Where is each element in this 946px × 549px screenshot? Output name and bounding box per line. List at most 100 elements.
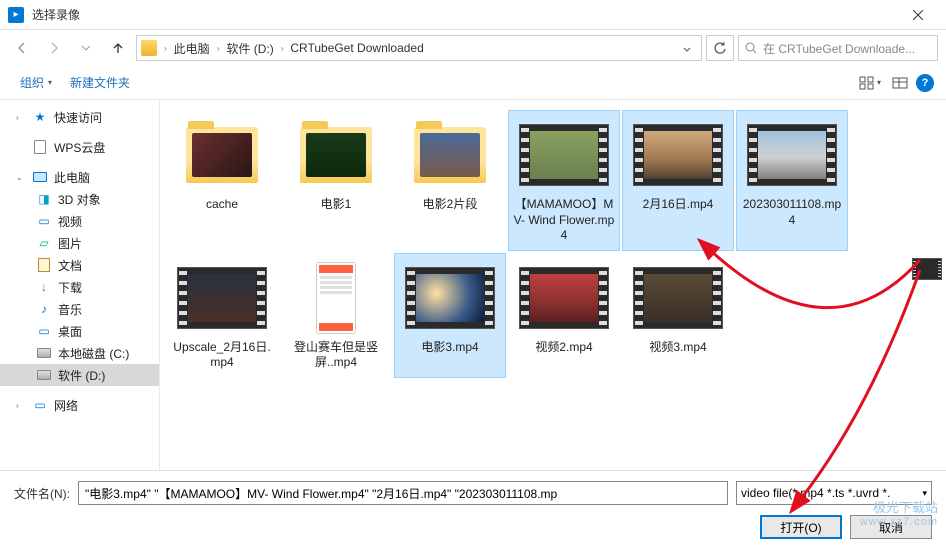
refresh-button[interactable]	[706, 35, 734, 61]
sidebar: ›★快速访问 WPS云盘 ⌄此电脑 ◨3D 对象 ▭视频 ▱图片 文档 ↓下载 …	[0, 100, 160, 470]
star-icon: ★	[32, 109, 48, 125]
file-item-video[interactable]: 登山赛车但是竖屏..mp4	[280, 253, 392, 378]
pc-icon	[32, 169, 48, 185]
video-thumbnail	[290, 260, 382, 336]
view-details-button[interactable]	[886, 71, 914, 95]
chevron-down-icon	[81, 45, 91, 51]
search-icon	[745, 42, 757, 54]
filename-input[interactable]	[78, 481, 728, 505]
back-button[interactable]	[8, 35, 36, 61]
file-pane[interactable]: cache 电影1 电影2片段 【MAMAMOO】MV- Wind Flower…	[160, 100, 946, 470]
document-icon	[32, 139, 48, 155]
search-input[interactable]: 在 CRTubeGet Downloade...	[738, 35, 938, 61]
sidebar-label: 桌面	[58, 323, 82, 340]
sidebar-documents[interactable]: 文档	[0, 254, 159, 276]
bottom-bar: 文件名(N): video file(*.mp4 *.ts *.uvrd *. …	[0, 470, 946, 549]
open-button[interactable]: 打开(O)	[760, 515, 842, 539]
sidebar-this-pc[interactable]: ⌄ 此电脑	[0, 166, 159, 188]
chevron-down-icon: ▾	[48, 78, 52, 87]
sidebar-wps[interactable]: WPS云盘	[0, 136, 159, 158]
breadcrumb-drive[interactable]: 软件 (D:)	[222, 40, 277, 57]
network-icon: ▭	[32, 397, 48, 413]
toolbar: 组织▾ 新建文件夹 ▾ ?	[0, 66, 946, 100]
disk-icon	[36, 367, 52, 383]
cube-icon: ◨	[36, 191, 52, 207]
help-button[interactable]: ?	[916, 74, 934, 92]
folder-icon	[141, 40, 157, 56]
sidebar-label: 音乐	[58, 301, 82, 318]
window-title: 选择录像	[32, 6, 898, 23]
breadcrumb-folder[interactable]: CRTubeGet Downloaded	[286, 41, 427, 55]
file-label: 视频2.mp4	[535, 340, 592, 356]
chevron-right-icon: ›	[16, 113, 26, 122]
organize-button[interactable]: 组织▾	[12, 70, 60, 95]
sidebar-disk-d[interactable]: 软件 (D:)	[0, 364, 159, 386]
close-button[interactable]	[898, 2, 938, 28]
file-label: 电影2片段	[423, 197, 478, 213]
file-label: cache	[206, 197, 238, 213]
file-item-video[interactable]: Upscale_2月16日.mp4	[166, 253, 278, 378]
file-item-folder[interactable]: 电影2片段	[394, 110, 506, 251]
sidebar-label: 视频	[58, 213, 82, 230]
sidebar-desktop[interactable]: ▭ 桌面	[0, 320, 159, 342]
file-item-video[interactable]: 202303011108.mp4	[736, 110, 848, 251]
sidebar-label: 图片	[58, 235, 82, 252]
video-thumbnail	[632, 117, 724, 193]
view-icons-button[interactable]: ▾	[856, 71, 884, 95]
filename-row: 文件名(N): video file(*.mp4 *.ts *.uvrd *. …	[14, 481, 932, 505]
forward-button[interactable]	[40, 35, 68, 61]
chevron-right-icon: ›	[214, 44, 223, 53]
file-label: 电影1	[321, 197, 352, 213]
sidebar-pictures[interactable]: ▱图片	[0, 232, 159, 254]
file-item-video[interactable]: 【MAMAMOO】MV- Wind Flower.mp4	[508, 110, 620, 251]
breadcrumb-thispc[interactable]: 此电脑	[170, 40, 214, 57]
sidebar-quick-access[interactable]: › ★ 快速访问	[0, 106, 159, 128]
arrow-right-icon	[47, 41, 61, 55]
file-label: 202303011108.mp4	[741, 197, 843, 228]
sidebar-music[interactable]: ♪音乐	[0, 298, 159, 320]
file-item-video[interactable]: 2月16日.mp4	[622, 110, 734, 251]
new-folder-button[interactable]: 新建文件夹	[62, 70, 138, 95]
file-item-video[interactable]: 视频3.mp4	[622, 253, 734, 378]
video-thumbnail	[518, 260, 610, 336]
sidebar-label: 本地磁盘 (C:)	[58, 345, 129, 362]
sidebar-videos[interactable]: ▭ 视频	[0, 210, 159, 232]
file-label: 电影3.mp4	[421, 340, 478, 356]
filetype-label: video file(*.mp4 *.ts *.uvrd *.	[741, 486, 890, 500]
video-thumbnail	[176, 260, 268, 336]
download-icon: ↓	[36, 279, 52, 295]
chevron-right-icon: ›	[161, 44, 170, 53]
icons-view-icon	[859, 76, 875, 90]
address-bar[interactable]: › 此电脑 › 软件 (D:) › CRTubeGet Downloaded	[136, 35, 702, 61]
sidebar-disk-c[interactable]: 本地磁盘 (C:)	[0, 342, 159, 364]
video-icon: ▭	[36, 213, 52, 229]
arrow-up-icon	[111, 41, 125, 55]
sidebar-label: 下载	[58, 279, 82, 296]
sidebar-3d-objects[interactable]: ◨ 3D 对象	[0, 188, 159, 210]
file-item-video[interactable]: 电影3.mp4	[394, 253, 506, 378]
preview-thumbnail	[912, 258, 942, 280]
video-thumbnail	[518, 117, 610, 193]
arrow-left-icon	[15, 41, 29, 55]
sidebar-downloads[interactable]: ↓ 下载	[0, 276, 159, 298]
sidebar-label: 此电脑	[54, 169, 90, 186]
up-button[interactable]	[104, 35, 132, 61]
sidebar-label: 3D 对象	[58, 191, 101, 208]
cancel-button[interactable]: 取消	[850, 515, 932, 539]
file-item-folder[interactable]: cache	[166, 110, 278, 251]
file-item-folder[interactable]: 电影1	[280, 110, 392, 251]
sidebar-label: 网络	[54, 397, 78, 414]
sidebar-label: 文档	[58, 257, 82, 274]
address-dropdown[interactable]	[677, 41, 697, 55]
filetype-select[interactable]: video file(*.mp4 *.ts *.uvrd *. ▾	[736, 481, 932, 505]
chevron-down-icon: ⌄	[16, 173, 26, 182]
video-thumbnail	[404, 260, 496, 336]
sidebar-network[interactable]: › ▭ 网络	[0, 394, 159, 416]
recent-dropdown[interactable]	[72, 35, 100, 61]
file-label: 登山赛车但是竖屏..mp4	[285, 340, 387, 371]
chevron-right-icon: ›	[16, 401, 26, 410]
sidebar-label: 快速访问	[54, 109, 102, 126]
desktop-icon: ▭	[36, 323, 52, 339]
disk-icon	[36, 345, 52, 361]
file-item-video[interactable]: 视频2.mp4	[508, 253, 620, 378]
